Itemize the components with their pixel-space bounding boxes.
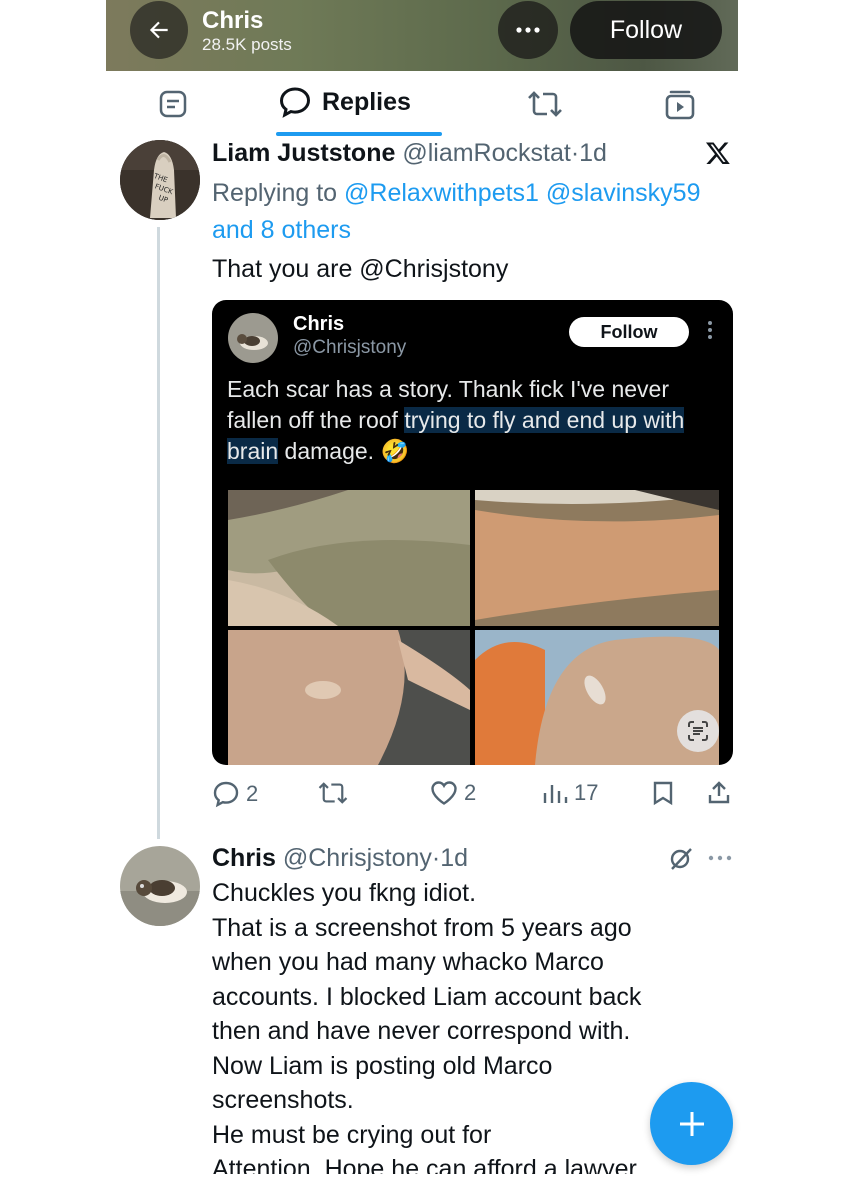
tweet-line: screenshots. — [212, 1086, 354, 1114]
more-button[interactable] — [498, 1, 558, 59]
views-button[interactable]: 17 — [542, 780, 598, 806]
tweet-text: Chuckles you fkng idiot. That is a scree… — [212, 876, 641, 1174]
embed-follow-button: Follow — [569, 317, 689, 347]
photo-2 — [475, 490, 719, 626]
like-button[interactable]: 2 — [430, 780, 476, 806]
tweet-line: accounts. I blocked Liam account back — [212, 982, 642, 1011]
posts-icon[interactable] — [158, 89, 188, 119]
replying-prefix: Replying to — [212, 179, 338, 207]
embed-author-name: Chris — [293, 313, 345, 335]
follow-button[interactable]: Follow — [570, 1, 722, 59]
tweet-line: He must be crying out for — [212, 1120, 492, 1149]
tweet-line: then and have never correspond with. — [212, 1017, 631, 1045]
bookmark-button[interactable] — [652, 780, 674, 806]
profile-header: Chris 28.5K posts Follow — [106, 0, 738, 71]
avatar[interactable]: THE FUCK UP — [120, 140, 200, 220]
tweet-time: ·1d — [431, 844, 469, 872]
tab-replies-label: Replies — [322, 87, 411, 116]
tweet-header: Liam Juststone @liamRockstat·1d — [212, 139, 607, 168]
views-icon — [543, 785, 568, 803]
x-logo-icon — [705, 142, 730, 165]
cat-photo — [228, 313, 278, 363]
tweet-line: That is a screenshot from 5 years ago — [212, 913, 632, 942]
author-handle[interactable]: @liamRockstat — [402, 139, 570, 167]
tweet-line: Now Liam is posting old Marco — [212, 1051, 553, 1080]
profile-name: Chris — [202, 7, 264, 34]
author-name[interactable]: Chris — [212, 844, 276, 872]
lens-button[interactable] — [677, 710, 719, 752]
author-handle[interactable]: @Chrisjstony — [283, 844, 432, 872]
replying-others-link[interactable]: and 8 others — [212, 216, 351, 244]
more-horizontal-icon[interactable] — [708, 855, 732, 861]
more-vertical-icon — [708, 321, 712, 339]
share-icon — [708, 781, 730, 804]
share-button[interactable] — [707, 780, 731, 806]
replying-handles-link[interactable]: @Relaxwithpets1 @slavinsky59 — [344, 179, 700, 207]
tweet-time: ·1d — [570, 139, 607, 167]
author-name[interactable]: Liam Juststone — [212, 139, 395, 167]
post-count: 28.5K posts — [202, 35, 292, 54]
speech-bubble-icon — [279, 87, 311, 118]
heart-icon — [431, 781, 457, 805]
like-count: 2 — [464, 780, 477, 805]
back-button[interactable] — [130, 1, 188, 59]
reply-button[interactable]: 2 — [212, 780, 258, 808]
tweet-text: That you are @Chrisjstony — [212, 255, 509, 283]
thread-line — [157, 227, 160, 839]
embedded-screenshot[interactable]: Chris @Chrisjstony Follow Each scar has … — [212, 300, 733, 765]
photo-1 — [228, 490, 470, 626]
tweet-line: when you had many whacko Marco — [212, 948, 604, 976]
compose-button[interactable] — [650, 1082, 733, 1165]
profile-tabs: Replies — [106, 71, 738, 137]
reply-count: 2 — [246, 781, 259, 806]
replying-to: Replying to @Relaxwithpets1 @slavinsky59… — [212, 175, 742, 249]
active-tab-indicator — [276, 132, 442, 136]
more-horizontal-icon — [516, 27, 540, 33]
grok-icon[interactable] — [668, 846, 694, 872]
photo-3 — [228, 630, 470, 765]
plus-icon — [679, 1111, 704, 1136]
text-scan-icon — [688, 721, 708, 741]
avatar[interactable] — [120, 846, 200, 926]
embed-text: Each scar has a story. Thank fick I've n… — [227, 374, 727, 467]
avatar-image: THE FUCK UP — [120, 140, 200, 220]
repost-icon — [318, 782, 348, 804]
embed-author-handle: @Chrisjstony — [293, 337, 407, 358]
repost-button[interactable] — [317, 780, 349, 806]
tweet-line: Attention. Hope he can afford a lawyer — [212, 1155, 637, 1174]
embed-text-part2: damage. 🤣 — [278, 438, 410, 464]
tweet-actions: 2 2 17 — [212, 780, 734, 810]
tweet-header: Chris @Chrisjstony·1d — [212, 844, 468, 873]
tab-replies[interactable]: Replies — [278, 85, 411, 119]
reply-icon — [213, 781, 239, 808]
media-icon[interactable] — [664, 89, 696, 121]
bookmark-icon — [653, 781, 673, 806]
avatar-image — [120, 846, 200, 926]
view-count: 17 — [574, 780, 599, 805]
repost-icon[interactable] — [526, 89, 564, 119]
tweet-line: Chuckles you fkng idiot. — [212, 879, 477, 907]
arrow-left-icon — [149, 21, 168, 39]
embed-avatar — [228, 313, 278, 363]
